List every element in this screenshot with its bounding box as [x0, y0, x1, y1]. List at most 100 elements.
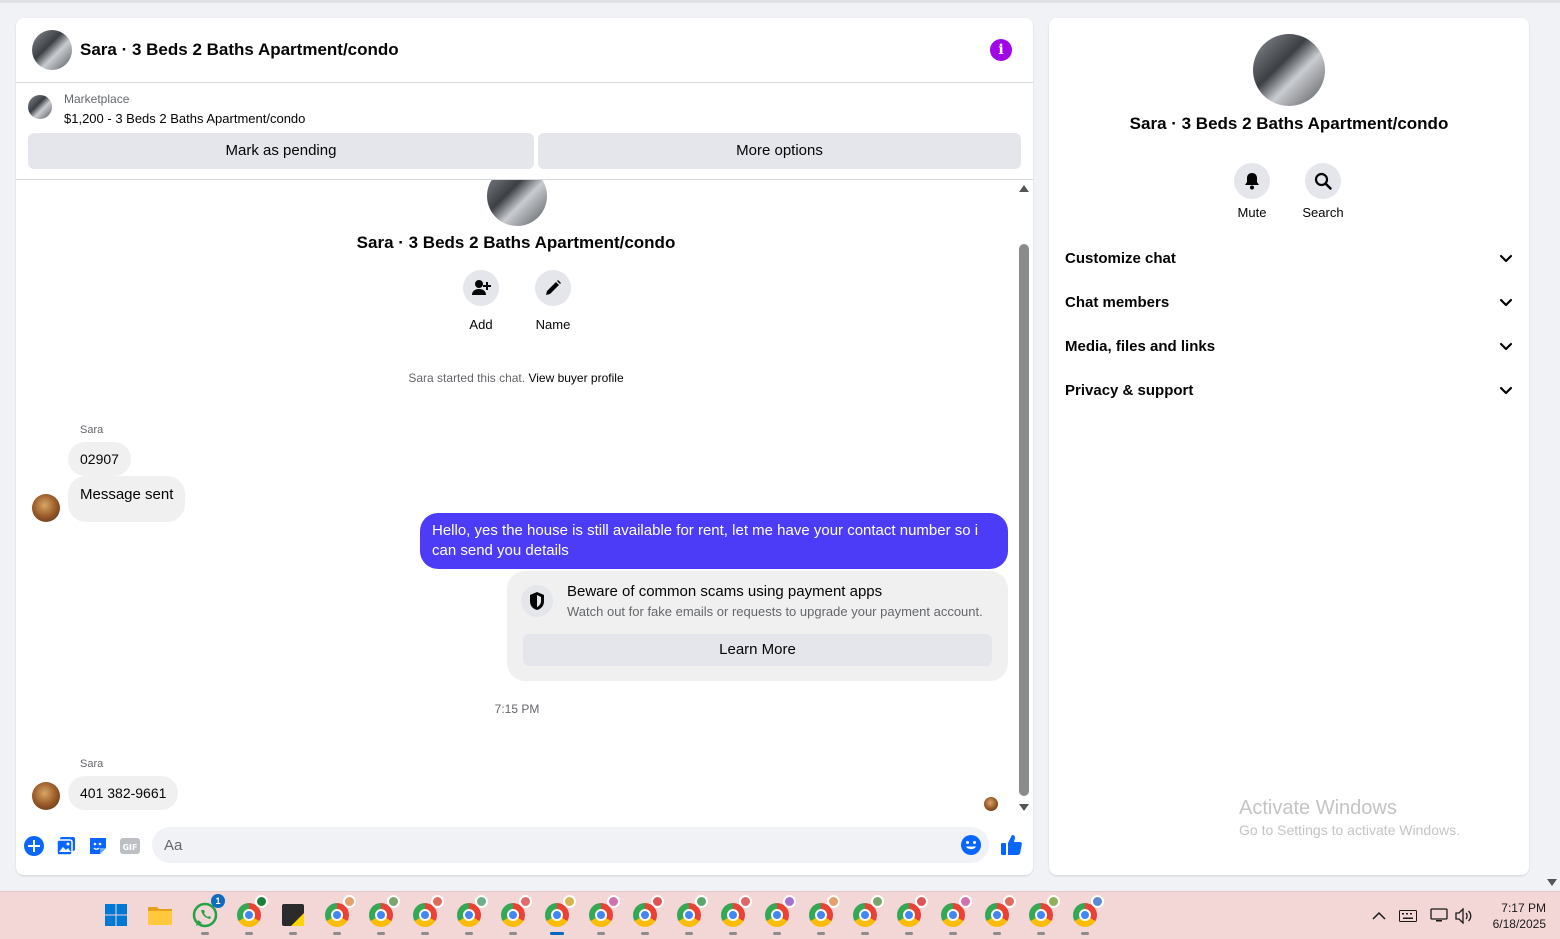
section-label: Privacy & support — [1065, 382, 1194, 399]
message-bubble-outgoing[interactable]: Hello, yes the house is still available … — [420, 513, 1008, 569]
mark-as-pending-button[interactable]: Mark as pending — [28, 133, 534, 169]
composer: GIF — [16, 825, 1033, 875]
whatsapp-button[interactable]: 1 — [190, 894, 225, 935]
chat-started-notice: Sara started this chat. View buyer profi… — [16, 371, 1016, 385]
chrome-profile-button[interactable] — [806, 895, 840, 935]
started-text: Sara started this chat. — [408, 371, 526, 385]
chevron-down-icon — [1499, 342, 1513, 351]
activate-windows-watermark: Activate Windows Go to Settings to activ… — [1239, 797, 1460, 838]
page-scroll-down-icon[interactable] — [1547, 879, 1557, 886]
name-chat-button[interactable]: Name — [523, 270, 583, 332]
chrome-profile-button[interactable] — [630, 895, 664, 935]
keyboard-button[interactable] — [1399, 892, 1417, 939]
marketplace-label: Marketplace — [64, 92, 130, 106]
scam-warning-title: Beware of common scams using payment app… — [567, 583, 883, 600]
info-avatar[interactable] — [1253, 34, 1325, 106]
chrome-profile-button[interactable] — [938, 895, 972, 935]
section-label: Customize chat — [1065, 250, 1176, 267]
chrome-profile-button[interactable] — [586, 895, 620, 935]
search-button[interactable]: Search — [1287, 163, 1359, 220]
section-media-files-links[interactable]: Media, files and links — [1065, 325, 1513, 369]
info-icon[interactable]: i — [990, 39, 1012, 61]
svg-text:GIF: GIF — [122, 843, 137, 852]
file-explorer-button[interactable] — [145, 900, 175, 930]
gif-icon[interactable]: GIF — [119, 835, 141, 857]
chevron-down-icon — [1499, 298, 1513, 307]
scroll-thumb[interactable] — [1019, 244, 1029, 796]
sender-name: Sara — [80, 758, 104, 770]
add-people-button[interactable]: Add — [451, 270, 511, 332]
chrome-profile-button[interactable] — [674, 895, 708, 935]
clock-time: 7:17 PM — [1501, 901, 1546, 915]
chrome-profile-button[interactable] — [1026, 895, 1060, 935]
chrome-profile-button[interactable] — [894, 895, 928, 935]
system-clock[interactable]: 7:17 PM 6/18/2025 — [1470, 900, 1546, 932]
mute-label: Mute — [1237, 205, 1267, 220]
chrome-profile-button[interactable] — [234, 895, 268, 935]
show-hidden-icons-button[interactable] — [1372, 892, 1386, 939]
chrome-profile-button[interactable] — [718, 895, 752, 935]
message-bubble-incoming[interactable]: 401 382-9661 — [68, 776, 179, 810]
conversation-title: Sara · 3 Beds 2 Baths Apartment/condo — [356, 233, 676, 252]
sticky-notes-button[interactable] — [278, 900, 308, 935]
emoji-icon[interactable] — [960, 834, 982, 856]
chrome-profile-button[interactable] — [1070, 895, 1104, 935]
photo-icon[interactable] — [55, 835, 77, 857]
windows-logo-icon — [105, 904, 127, 926]
scam-warning-subtitle: Watch out for fake emails or requests to… — [567, 604, 983, 619]
chrome-profile-button[interactable] — [982, 895, 1016, 935]
name-label: Name — [535, 317, 571, 332]
watermark-title: Activate Windows — [1239, 797, 1397, 819]
chat-info-panel: Sara · 3 Beds 2 Baths Apartment/condo Mu… — [1049, 18, 1529, 875]
chrome-profile-button[interactable] — [322, 895, 356, 935]
read-receipt-avatar — [984, 797, 998, 811]
scam-warning-card: Beware of common scams using payment app… — [507, 571, 1008, 681]
chrome-profile-button[interactable] — [410, 895, 444, 935]
mute-button[interactable]: Mute — [1216, 163, 1288, 220]
clock-date: 6/18/2025 — [1492, 917, 1546, 931]
section-chat-members[interactable]: Chat members — [1065, 281, 1513, 325]
chevron-down-icon — [1499, 386, 1513, 395]
message-bubble-incoming[interactable]: Message sent — [68, 476, 186, 522]
chrome-profile-button[interactable] — [762, 895, 796, 935]
view-buyer-profile-link[interactable]: View buyer profile — [528, 371, 623, 385]
thumbs-up-icon[interactable] — [999, 833, 1023, 857]
chat-avatar[interactable] — [32, 30, 72, 70]
search-label: Search — [1302, 205, 1344, 220]
chat-header: Sara · 3 Beds 2 Baths Apartment/condo i — [16, 18, 1033, 83]
top-strip — [0, 0, 1560, 3]
message-bubble-incoming[interactable]: 02907 — [68, 442, 131, 476]
chrome-profile-button[interactable] — [498, 895, 532, 935]
notification-badge: 1 — [211, 894, 225, 908]
chrome-profile-button[interactable] — [454, 895, 488, 935]
info-title: Sara · 3 Beds 2 Baths Apartment/condo — [1129, 114, 1449, 133]
conversation-avatar — [487, 180, 547, 226]
section-label: Chat members — [1065, 294, 1170, 311]
more-options-button[interactable]: More options — [538, 133, 1021, 169]
chrome-profile-button[interactable] — [366, 895, 400, 935]
sender-avatar[interactable] — [32, 782, 60, 810]
chat-title[interactable]: Sara · 3 Beds 2 Baths Apartment/condo — [80, 40, 399, 60]
sticker-icon[interactable] — [87, 835, 109, 857]
learn-more-button[interactable]: Learn More — [523, 634, 992, 666]
start-button[interactable] — [101, 900, 131, 930]
listing-title[interactable]: $1,200 - 3 Beds 2 Baths Apartment/condo — [64, 111, 305, 126]
section-privacy-support[interactable]: Privacy & support — [1065, 369, 1513, 413]
plus-icon[interactable] — [23, 835, 45, 857]
folder-icon — [148, 907, 172, 925]
listing-thumbnail[interactable] — [28, 95, 52, 119]
marketplace-bar: Marketplace $1,200 - 3 Beds 2 Baths Apar… — [16, 83, 1033, 180]
message-scrollbar[interactable] — [1017, 180, 1031, 815]
section-customize-chat[interactable]: Customize chat — [1065, 237, 1513, 281]
network-button[interactable] — [1430, 892, 1448, 939]
scroll-down-arrow-icon[interactable] — [1019, 804, 1029, 811]
chrome-profile-button-active[interactable] — [542, 895, 576, 935]
scroll-up-arrow-icon[interactable] — [1019, 185, 1029, 192]
chevron-down-icon — [1499, 254, 1513, 263]
sender-avatar[interactable] — [32, 494, 60, 522]
sticky-notes-icon — [282, 904, 304, 926]
timestamp: 7:15 PM — [494, 702, 540, 716]
message-input[interactable] — [152, 827, 989, 863]
message-list: Sara · 3 Beds 2 Baths Apartment/condo Ad… — [16, 180, 1016, 825]
chrome-profile-button[interactable] — [850, 895, 884, 935]
